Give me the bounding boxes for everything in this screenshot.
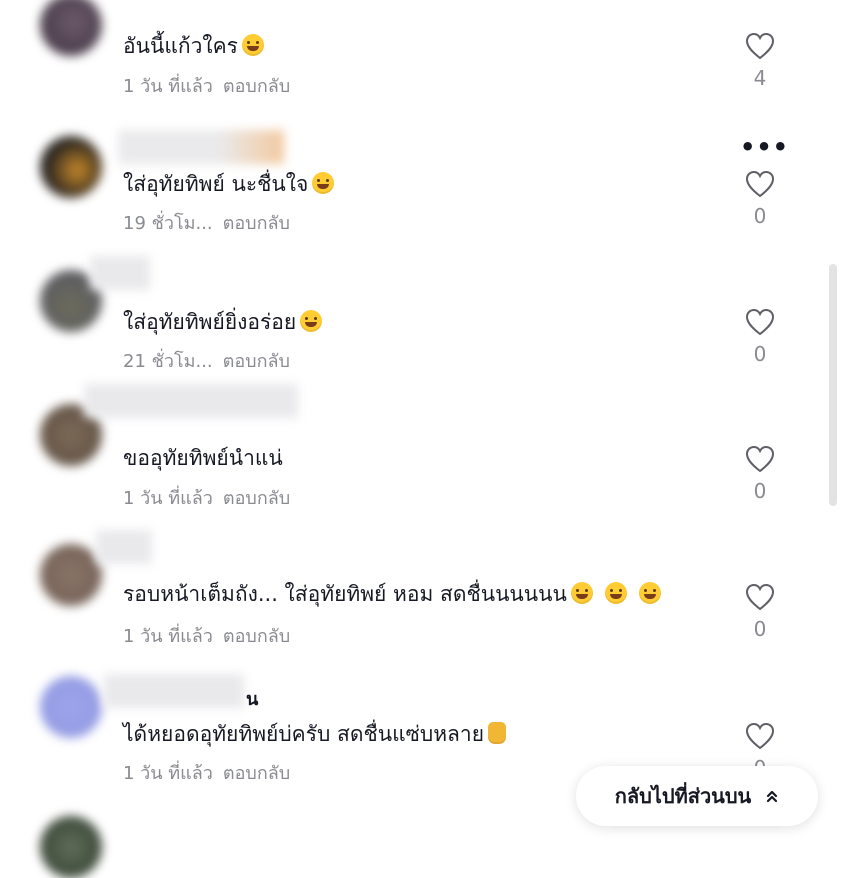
thumbs-up-emoji [488, 722, 506, 744]
like-count: 0 [753, 342, 767, 366]
username-tail[interactable]: น [246, 684, 258, 713]
grin-emoji [638, 582, 661, 604]
grin-emoji [570, 582, 593, 604]
comment-time: 1 วัน ที่แล้ว [123, 763, 213, 784]
tears-of-joy-emoji [312, 172, 335, 194]
comment-text-row: อันนี้แก้วใคร [123, 30, 264, 63]
username-blurred[interactable] [104, 674, 244, 708]
like-button[interactable]: 0 [742, 583, 778, 641]
comment-time: 21 ชั่วโม... [123, 351, 213, 372]
avatar[interactable] [40, 544, 102, 606]
comment-item: ขออุทัยทิพย์นำแน่ 1 วัน ที่แล้ว ตอบกลับ 0 [0, 384, 841, 509]
scrollbar-thumb[interactable] [829, 264, 837, 506]
comment-text: ใส่อุทัยทิพย์ยิ่งอร่อย [123, 310, 297, 334]
grin-emoji [604, 582, 627, 604]
comment-meta: 1 วัน ที่แล้ว ตอบกลับ [123, 483, 290, 512]
like-button[interactable]: 0 [742, 170, 778, 228]
username-blurred[interactable] [90, 256, 150, 290]
heart-icon[interactable] [745, 32, 775, 60]
like-count: 0 [753, 479, 767, 503]
username-blurred[interactable] [96, 530, 152, 564]
reply-button[interactable]: ตอบกลับ [223, 626, 290, 647]
sweat-smile-emoji [300, 310, 323, 332]
heart-icon[interactable] [745, 583, 775, 611]
comment-time: 1 วัน ที่แล้ว [123, 76, 213, 97]
reply-button[interactable]: ตอบกลับ [223, 351, 290, 372]
comment-text: ขออุทัยทิพย์นำแน่ [123, 446, 283, 470]
username-blurred[interactable] [118, 130, 284, 164]
like-button[interactable]: 0 [742, 308, 778, 366]
like-count: 0 [753, 204, 767, 228]
avatar[interactable] [40, 816, 102, 878]
comment-item: รอบหน้าเต็มถัง... ใส่อุทัยทิพย์ หอม สดชื… [0, 530, 841, 650]
comment-text: รอบหน้าเต็มถัง... ใส่อุทัยทิพย์ หอม สดชื… [123, 582, 567, 606]
heart-icon[interactable] [745, 722, 775, 750]
comment-text-row: ใส่อุทัยทิพย์ยิ่งอร่อย [123, 306, 323, 339]
comment-item: ใส่อุทัยทิพย์ยิ่งอร่อย 21 ชั่วโม... ตอบกล… [0, 256, 841, 376]
back-to-top-button[interactable]: กลับไปที่ส่วนบน [576, 766, 818, 826]
reply-button[interactable]: ตอบกลับ [223, 763, 290, 784]
comment-time: 1 วัน ที่แล้ว [123, 626, 213, 647]
comment-text: ได้หยอดอุทัยทิพย์บ่ครับ สดชื่นแซ่บหลาย [123, 722, 484, 746]
avatar[interactable] [40, 676, 102, 738]
comment-time: 1 วัน ที่แล้ว [123, 488, 213, 509]
heart-icon[interactable] [745, 308, 775, 336]
comment-meta: 1 วัน ที่แล้ว ตอบกลับ [123, 71, 290, 100]
like-count: 4 [753, 66, 767, 90]
comment-text-row: รอบหน้าเต็มถัง... ใส่อุทัยทิพย์ หอม สดชื… [123, 578, 661, 611]
comment-text: อันนี้แก้วใคร [123, 34, 238, 58]
reply-button[interactable]: ตอบกลับ [223, 213, 290, 234]
double-chevron-up-icon [767, 790, 778, 803]
comment-meta: 21 ชั่วโม... ตอบกลับ [123, 346, 290, 375]
heart-icon[interactable] [745, 445, 775, 473]
comment-meta: 1 วัน ที่แล้ว ตอบกลับ [123, 758, 290, 787]
heart-icon[interactable] [745, 170, 775, 198]
rolling-laughing-emoji [241, 34, 264, 56]
comment-list: อันนี้แก้วใคร 1 วัน ที่แล้ว ตอบกลับ 4 ใส่… [0, 0, 841, 878]
back-to-top-label: กลับไปที่ส่วนบน [614, 784, 752, 808]
avatar[interactable] [40, 136, 102, 198]
more-options-button[interactable]: ••• [740, 135, 789, 159]
reply-button[interactable]: ตอบกลับ [223, 76, 290, 97]
reply-button[interactable]: ตอบกลับ [223, 488, 290, 509]
like-button[interactable]: 4 [742, 32, 778, 90]
comment-text-row: ขออุทัยทิพย์นำแน่ [123, 442, 283, 475]
avatar[interactable] [40, 0, 102, 56]
like-button[interactable]: 0 [742, 445, 778, 503]
comment-meta: 19 ชั่วโม... ตอบกลับ [123, 208, 290, 237]
like-count: 0 [753, 617, 767, 641]
username-blurred[interactable] [84, 384, 298, 418]
comment-text-row: ได้หยอดอุทัยทิพย์บ่ครับ สดชื่นแซ่บหลาย [123, 718, 506, 751]
comment-item: ใส่อุทัยทิพย์ นะชื่นใจ 19 ชั่วโม... ตอบกล… [0, 128, 841, 248]
comment-meta: 1 วัน ที่แล้ว ตอบกลับ [123, 621, 290, 650]
comment-time: 19 ชั่วโม... [123, 213, 213, 234]
comment-item: อันนี้แก้วใคร 1 วัน ที่แล้ว ตอบกลับ 4 [0, 0, 841, 120]
comment-text-row: ใส่อุทัยทิพย์ นะชื่นใจ [123, 168, 335, 201]
comment-text: ใส่อุทัยทิพย์ นะชื่นใจ [123, 172, 309, 196]
